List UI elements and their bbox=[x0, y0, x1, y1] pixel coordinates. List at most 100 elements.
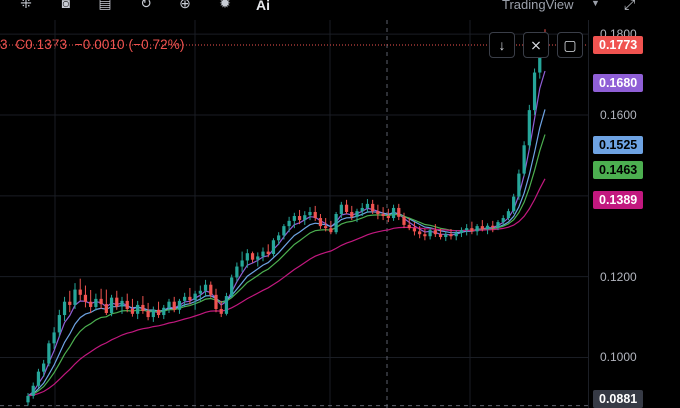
candle-body-64 bbox=[360, 207, 364, 212]
moving-average-2 bbox=[27, 134, 546, 397]
collapse-button[interactable]: ⨯ bbox=[523, 32, 549, 58]
candle-body-10 bbox=[78, 289, 82, 295]
candle-body-89 bbox=[491, 225, 495, 228]
candle-body-34 bbox=[203, 284, 208, 291]
candle-body-11 bbox=[83, 294, 88, 302]
candle-body-86 bbox=[475, 226, 479, 232]
candle-body-25 bbox=[156, 309, 161, 316]
candle-body-72 bbox=[402, 216, 406, 225]
price-tag-5: 0.0881 bbox=[593, 390, 644, 408]
candle-body-69 bbox=[386, 216, 390, 219]
candle-body-22 bbox=[141, 304, 145, 311]
candle-body-62 bbox=[350, 211, 354, 217]
candle-body-31 bbox=[188, 296, 192, 301]
candle-body-21 bbox=[136, 304, 140, 314]
arrow-down-icon: ↓ bbox=[498, 37, 506, 53]
candle-body-80 bbox=[444, 234, 448, 238]
candle-body-57 bbox=[324, 226, 328, 229]
candle-body-61 bbox=[344, 204, 349, 212]
candle-body-97 bbox=[532, 72, 537, 111]
candle-body-19 bbox=[125, 300, 129, 309]
candle-body-59 bbox=[334, 214, 338, 233]
candle-body-45 bbox=[261, 251, 265, 257]
candle-body-20 bbox=[130, 308, 135, 314]
candle-body-70 bbox=[391, 207, 396, 219]
screenshot-frame-button[interactable]: ▢ bbox=[557, 32, 583, 58]
candle-body-87 bbox=[480, 226, 484, 229]
collapse-icon: ⨯ bbox=[530, 36, 542, 53]
price-tag-1: 0.1680 bbox=[593, 73, 644, 92]
candle-body-46 bbox=[266, 251, 270, 255]
candle-body-90 bbox=[496, 222, 500, 228]
moving-average-3 bbox=[27, 178, 546, 397]
candle-body-91 bbox=[501, 218, 505, 223]
candle-body-37 bbox=[219, 308, 223, 314]
candle-body-66 bbox=[371, 203, 375, 212]
candle-body-32 bbox=[193, 293, 197, 301]
candle-body-76 bbox=[423, 234, 427, 237]
candle-body-63 bbox=[355, 211, 359, 217]
candle-body-9 bbox=[73, 289, 77, 305]
candle-body-96 bbox=[527, 110, 531, 146]
price-axis-divider bbox=[588, 20, 589, 408]
candle-body-92 bbox=[506, 211, 511, 219]
candle-body-94 bbox=[517, 173, 521, 197]
candle-body-1 bbox=[31, 385, 35, 396]
price-tick-2: 0.1200 bbox=[600, 269, 637, 284]
price-tick-3: 0.1000 bbox=[600, 350, 637, 365]
scroll-down-button[interactable]: ↓ bbox=[489, 32, 515, 58]
candle-body-51 bbox=[292, 216, 296, 221]
candle-body-13 bbox=[94, 298, 98, 307]
price-tag-3: 0.1463 bbox=[593, 161, 644, 180]
candle-body-30 bbox=[183, 296, 187, 301]
candle-body-6 bbox=[57, 315, 61, 333]
candle-body-49 bbox=[282, 226, 286, 236]
candle-body-54 bbox=[308, 211, 312, 216]
candle-body-27 bbox=[167, 301, 171, 308]
candle-body-33 bbox=[198, 290, 202, 294]
candle-body-71 bbox=[397, 207, 401, 217]
candle-body-50 bbox=[287, 220, 291, 227]
candle-body-83 bbox=[459, 230, 464, 233]
candle-body-68 bbox=[381, 214, 385, 217]
candle-body-78 bbox=[433, 230, 437, 235]
candle-body-47 bbox=[271, 240, 276, 255]
candle-body-84 bbox=[465, 228, 469, 231]
candle-body-14 bbox=[99, 298, 103, 305]
candle-body-29 bbox=[177, 300, 182, 310]
candle-body-82 bbox=[454, 232, 458, 237]
candle-body-93 bbox=[512, 196, 516, 212]
price-tick-1: 0.1600 bbox=[600, 107, 637, 122]
candle-body-40 bbox=[235, 266, 239, 278]
candle-body-2 bbox=[36, 371, 41, 386]
candle-body-16 bbox=[109, 297, 114, 314]
frame-icon: ▢ bbox=[563, 36, 577, 53]
candle-body-43 bbox=[250, 253, 255, 260]
candle-body-28 bbox=[172, 301, 176, 310]
candle-body-24 bbox=[151, 309, 155, 318]
candle-body-52 bbox=[297, 216, 302, 221]
chart-app: ⁜ ◙ ▤ ↻ ⊕ ✹ Ai TradingView ▼ ⤢ 3 C0.1373… bbox=[0, 0, 680, 408]
candle-body-17 bbox=[115, 297, 119, 307]
candle-body-41 bbox=[240, 260, 244, 267]
candle-body-88 bbox=[485, 225, 490, 229]
price-tag-2: 0.1525 bbox=[593, 136, 644, 155]
candle-body-60 bbox=[339, 204, 343, 214]
candle-body-23 bbox=[146, 311, 150, 318]
candle-body-65 bbox=[365, 203, 370, 208]
candle-body-18 bbox=[120, 300, 124, 307]
candle-body-75 bbox=[418, 231, 422, 235]
candle-body-95 bbox=[522, 145, 526, 174]
candle-body-44 bbox=[256, 256, 260, 260]
candle-body-77 bbox=[428, 230, 432, 237]
candle-body-15 bbox=[104, 304, 108, 314]
candle-body-26 bbox=[162, 307, 166, 316]
candle-body-85 bbox=[470, 228, 474, 232]
candle-body-53 bbox=[303, 215, 307, 221]
candle-body-3 bbox=[42, 363, 46, 372]
candlestick-chart[interactable] bbox=[0, 0, 680, 408]
candle-body-67 bbox=[376, 211, 380, 214]
candle-body-12 bbox=[89, 301, 93, 307]
candle-body-58 bbox=[329, 228, 333, 233]
candle-body-79 bbox=[438, 234, 443, 238]
